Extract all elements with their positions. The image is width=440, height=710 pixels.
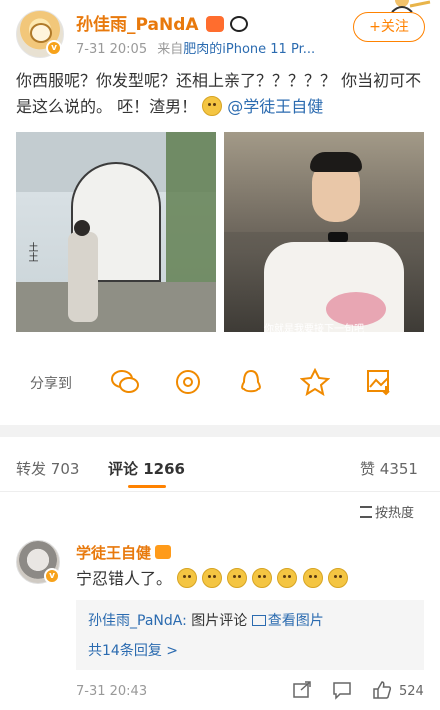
- vip-crown-icon: [155, 545, 172, 559]
- save-image-icon[interactable]: [364, 368, 394, 396]
- image-icon: [251, 615, 266, 626]
- doge-emoji-icon: [202, 568, 223, 588]
- share-comment-icon[interactable]: [292, 680, 312, 700]
- moments-icon[interactable]: [173, 368, 203, 396]
- tab-repost-label: 转发: [16, 460, 47, 478]
- share-label: 分享到: [30, 376, 72, 392]
- doge-emoji-icon: [202, 96, 223, 116]
- reply-comment-icon[interactable]: [332, 680, 352, 700]
- commenter-username[interactable]: 学徒王自健: [76, 542, 172, 563]
- commenter-username-text: 学徒王自健: [76, 544, 152, 562]
- doge-emoji-icon: [227, 568, 248, 588]
- more-replies-link[interactable]: 共14条回复 >: [88, 640, 178, 660]
- panda-icon: [230, 16, 249, 32]
- sort-icon: [360, 506, 372, 518]
- follow-button[interactable]: +关注: [353, 12, 425, 42]
- commenter-verified-badge-icon: v: [44, 568, 60, 584]
- doge-emoji-icon: [302, 568, 323, 588]
- doge-emoji-icon: [327, 568, 348, 588]
- poster-username-text: 孙佳雨_PaNdA: [76, 15, 199, 35]
- mention-link[interactable]: @学徒王自健: [227, 97, 323, 116]
- qq-icon[interactable]: [236, 368, 266, 396]
- vip-crown-icon: [206, 16, 225, 32]
- comment-time: 7-31 20:43: [76, 684, 148, 699]
- comment-body: 宁忍错人了。: [76, 569, 173, 588]
- post-meta: 7-31 20:05 来自肥肉的iPhone 11 Pr...: [76, 38, 315, 57]
- qzone-icon[interactable]: [300, 368, 330, 396]
- verified-badge-icon: v: [46, 40, 62, 56]
- view-image-label: 查看图片: [267, 613, 324, 629]
- post-text: 你西服呢？你发型呢？还相上亲了？？？？？ 你当初可不是这么说的。 呸！渣男！ @…: [16, 68, 426, 120]
- tab-like-label: 赞: [360, 460, 376, 478]
- active-tab-indicator: [128, 485, 166, 488]
- sort-by-hot-button[interactable]: 按热度: [360, 502, 414, 521]
- doge-emoji-icon: [252, 568, 273, 588]
- image1-caption: 土土: [26, 242, 37, 262]
- view-image-link[interactable]: 查看图片: [251, 613, 324, 629]
- doge-emoji-icon: [277, 568, 298, 588]
- sort-label: 按热度: [375, 506, 415, 521]
- wechat-icon[interactable]: [110, 368, 140, 396]
- doge-emoji-icon: [177, 568, 198, 588]
- tab-divider: [0, 491, 440, 492]
- tab-like[interactable]: 赞 4351: [360, 458, 418, 479]
- post-source[interactable]: 肥肉的iPhone 11 Pr...: [183, 42, 315, 57]
- post-time: 7-31 20:05: [76, 42, 148, 57]
- reply-username[interactable]: 孙佳雨_PaNdA:: [88, 613, 187, 629]
- section-separator: [0, 425, 440, 437]
- tab-comment-count: 1266: [143, 460, 185, 478]
- image2-caption: 你就是我要接下一句吧: [264, 324, 364, 332]
- tab-comment[interactable]: 评论 1266: [108, 458, 185, 479]
- reply-text: 图片评论: [191, 613, 248, 629]
- tab-repost[interactable]: 转发 703: [16, 458, 79, 479]
- post-source-prefix: 来自: [157, 42, 184, 57]
- comment-like-count: 524: [399, 684, 424, 699]
- tab-comment-label: 评论: [108, 460, 139, 478]
- post-image-2[interactable]: 你就是我要接下一句吧: [224, 132, 424, 332]
- tab-repost-count: 703: [50, 460, 80, 478]
- like-comment-icon[interactable]: [372, 680, 392, 700]
- poster-username[interactable]: 孙佳雨_PaNdA: [76, 10, 249, 35]
- post-image-1[interactable]: 土土: [16, 132, 216, 332]
- reply-preview: 孙佳雨_PaNdA: 图片评论 查看图片: [88, 610, 324, 630]
- tab-like-count: 4351: [379, 460, 418, 478]
- comment-text: 宁忍错人了。: [76, 567, 348, 591]
- reply-box[interactable]: 孙佳雨_PaNdA: 图片评论 查看图片 共14条回复 >: [76, 600, 424, 670]
